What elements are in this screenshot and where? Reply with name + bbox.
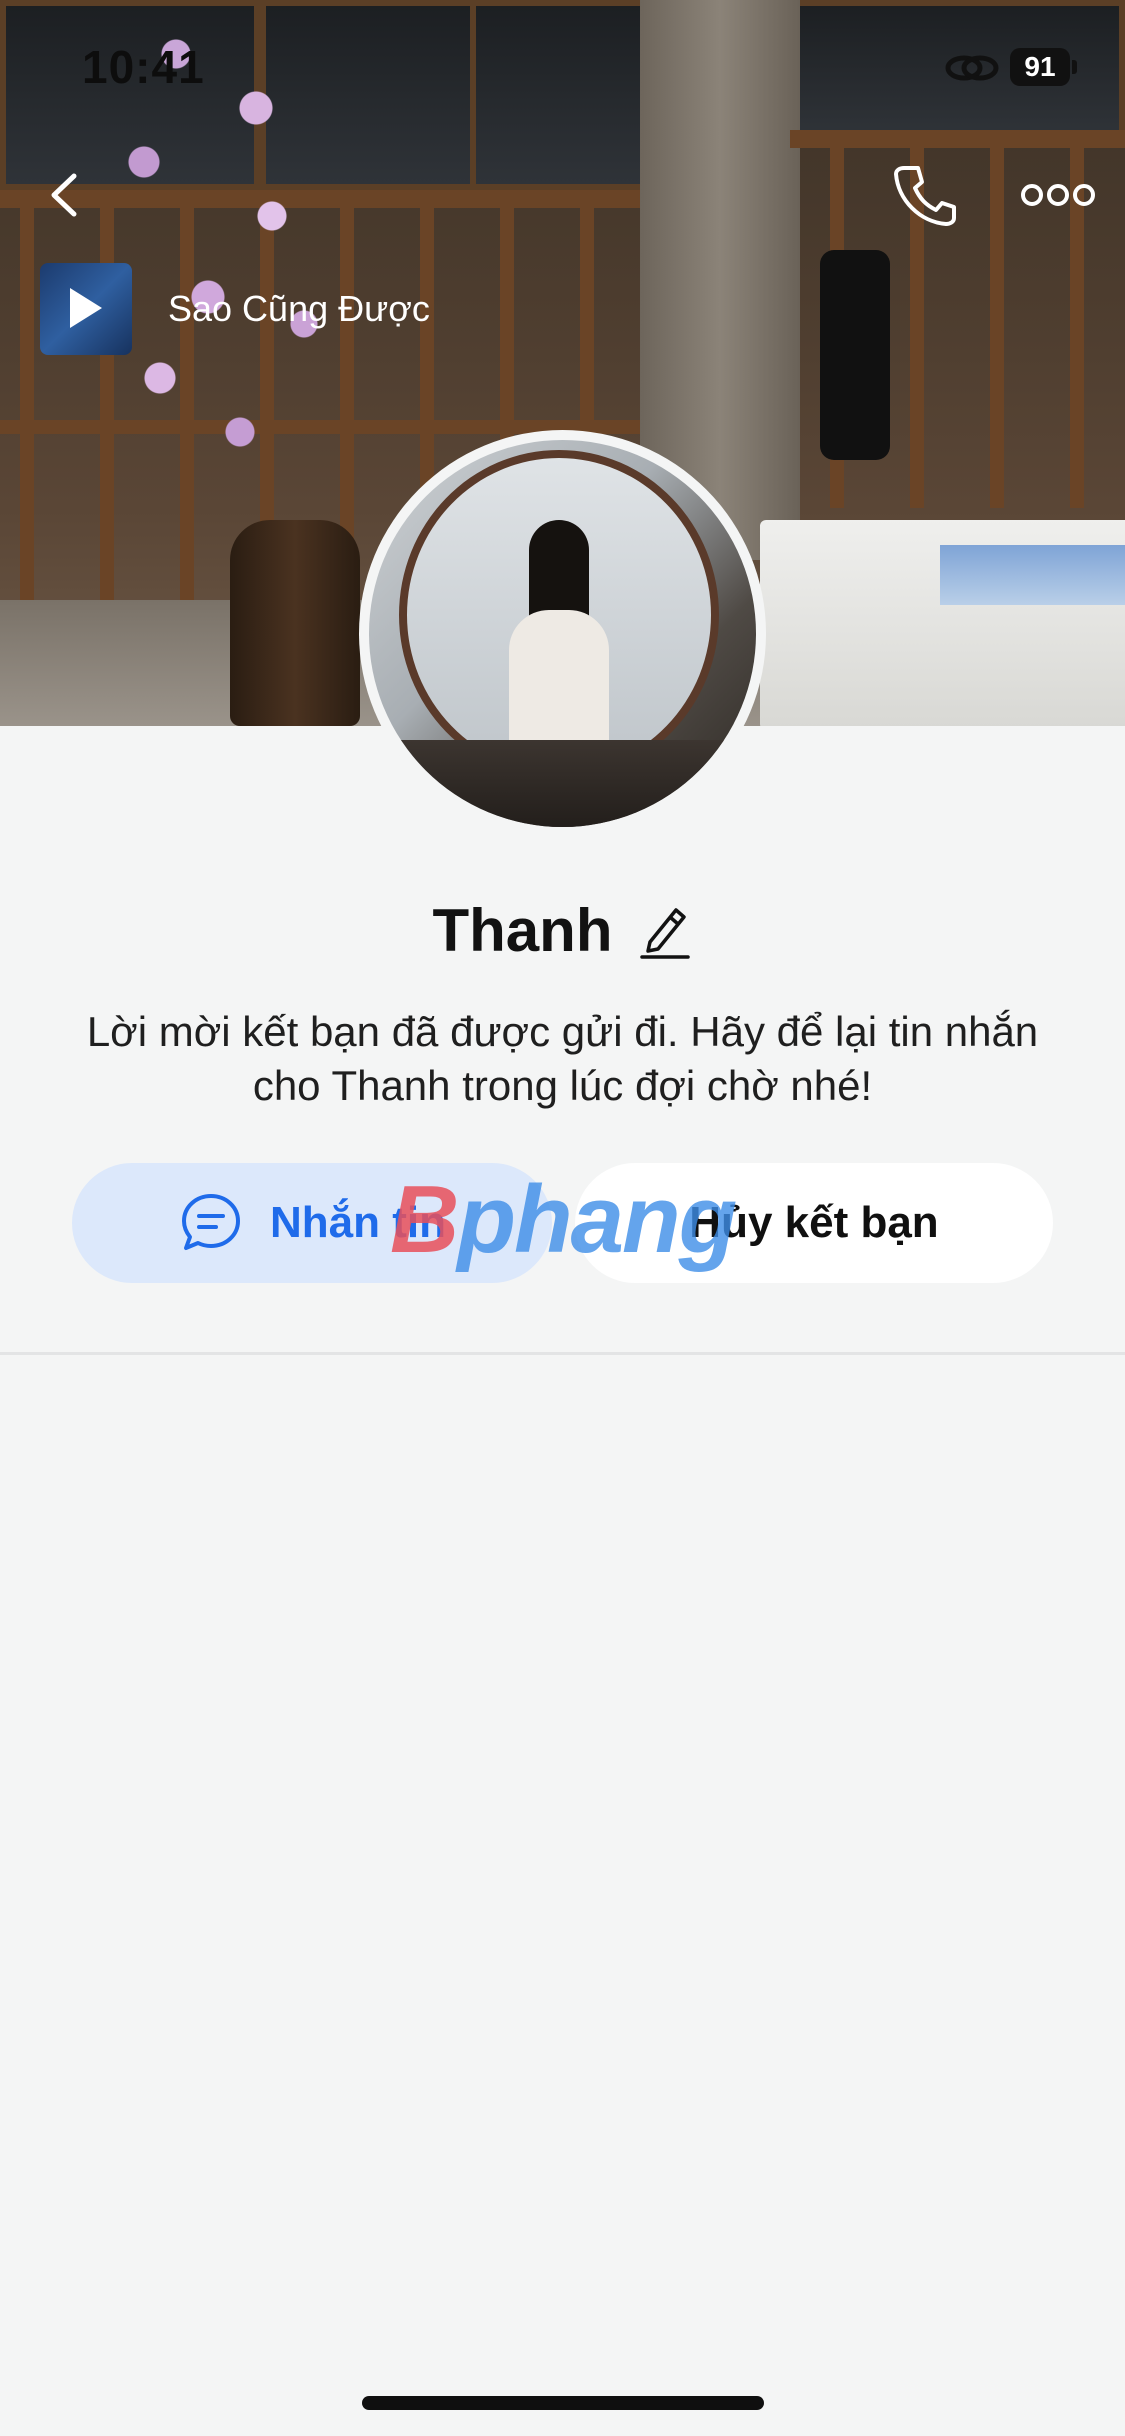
back-icon[interactable]	[38, 160, 98, 230]
phone-icon[interactable]	[890, 160, 960, 230]
edit-icon[interactable]	[636, 900, 692, 960]
status-bar: 10:41 91	[0, 0, 1125, 140]
music-title[interactable]: Sao Cũng Được	[168, 288, 468, 330]
music-thumbnail[interactable]	[40, 263, 132, 355]
profile-screen: 10:41 91 Sao Cũng Được Thanh Lời mời kết…	[0, 0, 1125, 2436]
avatar[interactable]	[359, 430, 766, 837]
more-icon[interactable]	[1020, 175, 1096, 215]
profile-name-row: Thanh	[0, 890, 1125, 970]
friend-request-message: Lời mời kết bạn đã được gửi đi. Hãy để l…	[86, 1008, 1039, 1109]
play-icon[interactable]	[70, 288, 102, 328]
home-indicator[interactable]	[362, 2396, 764, 2410]
profile-name: Thanh	[432, 896, 613, 964]
status-time: 10:41	[82, 41, 205, 93]
battery-icon: 91	[1010, 48, 1077, 86]
profile-music[interactable]: Sao Cũng Được	[40, 262, 468, 356]
link-icon	[945, 55, 999, 81]
watermark-logo: Bphang	[390, 1166, 737, 1273]
section-divider	[0, 1352, 1125, 1355]
chat-icon	[182, 1194, 240, 1250]
